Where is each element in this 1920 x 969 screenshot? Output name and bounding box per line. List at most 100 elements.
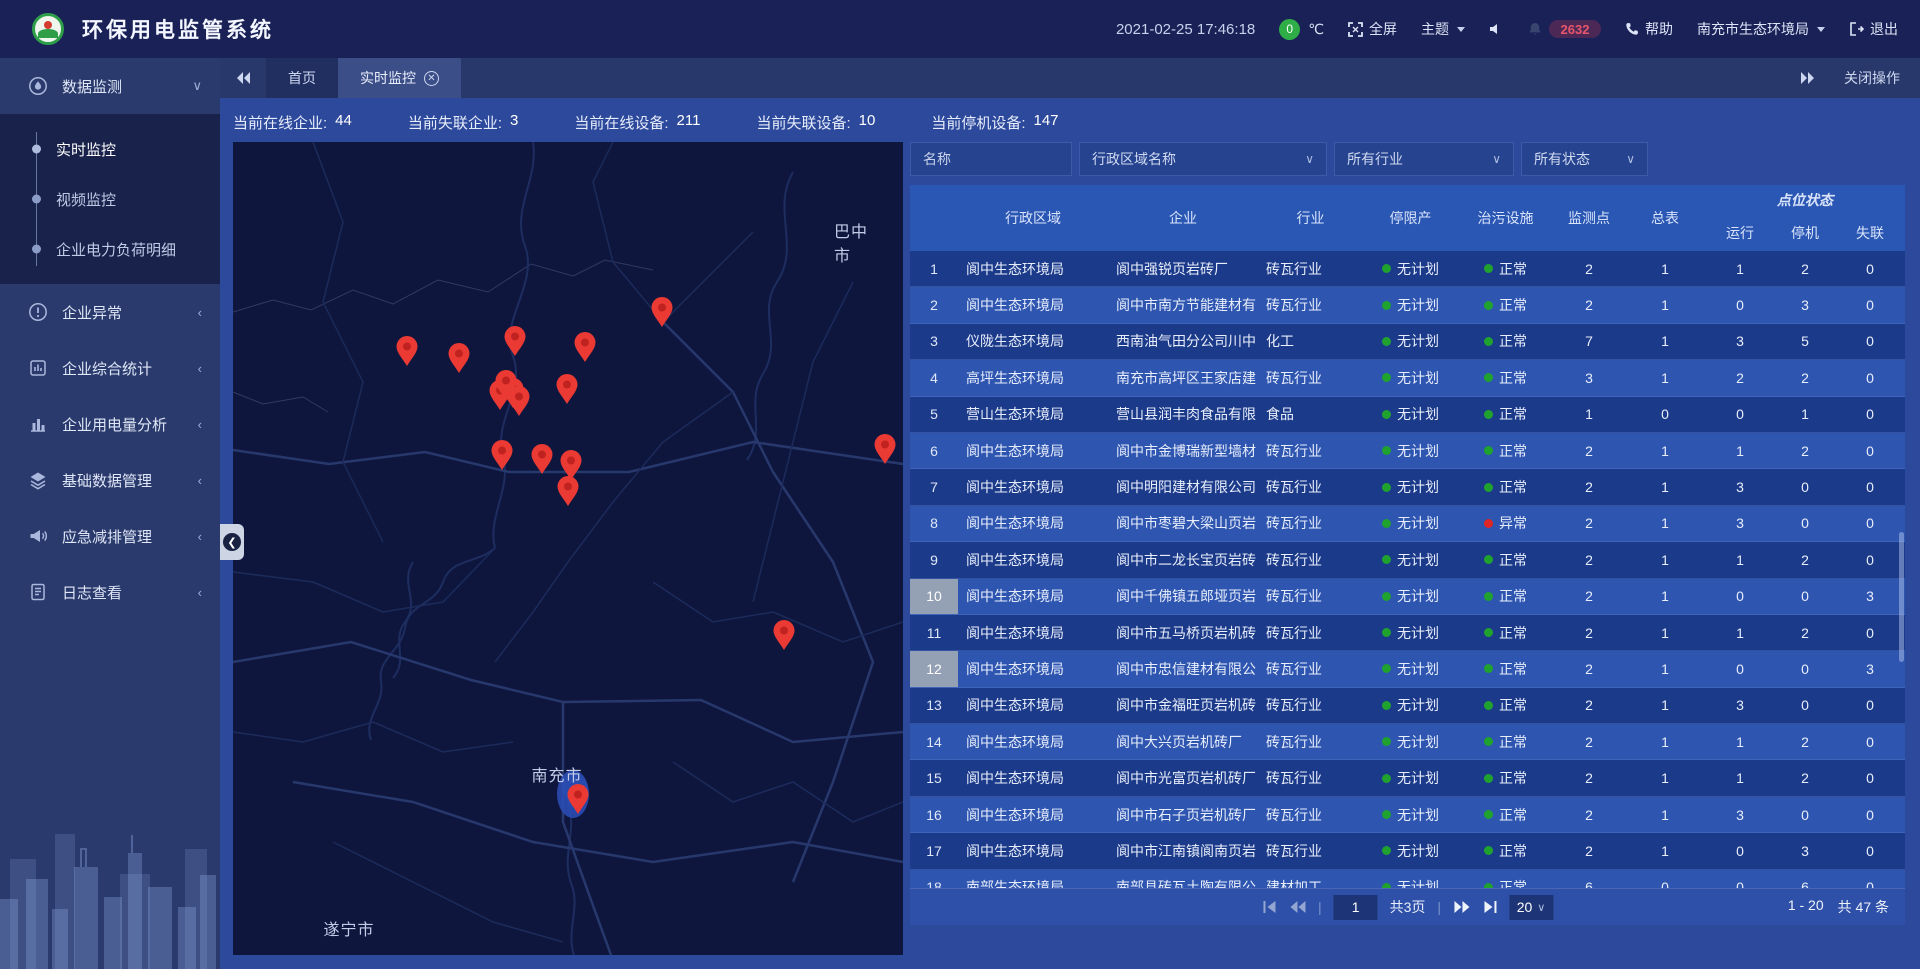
row-region: 营山生态环境局	[958, 397, 1108, 432]
sidebar-item-company-statistics[interactable]: 企业综合统计 ‹	[0, 340, 220, 396]
status-dot	[1484, 555, 1493, 564]
table-row[interactable]: 12 阆中生态环境局 阆中市忠信建材有限公 砖瓦行业 无计划 正常 2 1 0 …	[910, 651, 1905, 687]
map-marker[interactable]	[447, 342, 471, 374]
next-page-button[interactable]	[1453, 900, 1470, 914]
sidebar-item-power-load-detail[interactable]: 企业电力负荷明细	[0, 224, 220, 274]
table-row[interactable]: 17 阆中生态环境局 阆中市江南镇阆南页岩 砖瓦行业 无计划 正常 2 1 0 …	[910, 833, 1905, 869]
table-row[interactable]: 9 阆中生态环境局 阆中市二龙长宝页岩砖 砖瓦行业 无计划 正常 2 1 1 2…	[910, 542, 1905, 578]
org-dropdown[interactable]: 南充市生态环境局	[1697, 19, 1825, 39]
status-filter-select[interactable]: 所有状态∨	[1521, 142, 1648, 176]
name-filter-field[interactable]	[910, 142, 1072, 176]
map-marker[interactable]	[772, 619, 796, 651]
row-lost-count: 0	[1835, 251, 1905, 286]
industry-filter-select[interactable]: 所有行业∨	[1334, 142, 1514, 176]
sidebar-item-data-monitor[interactable]: 数据监测 ∨	[0, 58, 220, 114]
map-marker[interactable]	[556, 475, 580, 507]
row-total-meters: 1	[1625, 287, 1705, 322]
status-dot	[1382, 846, 1391, 855]
sidebar-item-video-monitor[interactable]: 视频监控	[0, 174, 220, 224]
table-row[interactable]: 10 阆中生态环境局 阆中千佛镇五郎垭页岩 砖瓦行业 无计划 正常 2 1 0 …	[910, 579, 1905, 615]
row-index: 7	[910, 469, 958, 504]
sidebar-item-emergency-reduction[interactable]: 应急减排管理 ‹	[0, 508, 220, 564]
map-collapse-button[interactable]: ❮	[220, 524, 244, 560]
row-monitor-points: 2	[1553, 833, 1625, 868]
table-scrollbar[interactable]	[1899, 532, 1904, 662]
map-marker[interactable]	[566, 783, 590, 815]
tab-strip: 首页 实时监控 ✕ 关闭操作	[220, 58, 1920, 98]
chevron-down-icon: ∨	[1626, 152, 1635, 166]
map-marker[interactable]	[530, 443, 554, 475]
page-size-select[interactable]: 20∨	[1509, 895, 1553, 920]
row-total-meters: 1	[1625, 324, 1705, 359]
column-limit-production: 停限产	[1363, 185, 1458, 251]
status-dot	[1382, 701, 1391, 710]
row-running-count: 0	[1705, 651, 1775, 686]
table-row[interactable]: 1 阆中生态环境局 阆中强锐页岩砖厂 砖瓦行业 无计划 正常 2 1 1 2 0	[910, 251, 1905, 287]
name-filter-input[interactable]	[923, 151, 1059, 167]
table-row[interactable]: 5 营山生态环境局 营山县润丰肉食品有限 食品 无计划 正常 1 0 0 1 0	[910, 397, 1905, 433]
row-limit-status: 无计划	[1363, 433, 1458, 468]
row-industry: 砖瓦行业	[1258, 579, 1363, 614]
map-marker[interactable]	[650, 296, 674, 328]
table-row[interactable]: 16 阆中生态环境局 阆中市石子页岩机砖厂 砖瓦行业 无计划 正常 2 1 3 …	[910, 797, 1905, 833]
chevron-left-icon: ‹	[198, 361, 202, 376]
column-total-meters: 总表	[1625, 185, 1705, 251]
table-header: 行政区域 企业 行业 停限产 治污设施 监测点 总表 点位状态 运行 停机 失联	[910, 185, 1905, 251]
sidebar-item-log-view[interactable]: 日志查看 ‹	[0, 564, 220, 620]
table-row[interactable]: 13 阆中生态环境局 阆中市金福旺页岩机砖 砖瓦行业 无计划 正常 2 1 3 …	[910, 688, 1905, 724]
row-limit-status: 无计划	[1363, 833, 1458, 868]
sidebar-item-company-abnormal[interactable]: 企业异常 ‹	[0, 284, 220, 340]
row-lost-count: 0	[1835, 870, 1905, 888]
table-row[interactable]: 4 高坪生态环境局 南充市高坪区王家店建 砖瓦行业 无计划 正常 3 1 2 2…	[910, 360, 1905, 396]
table-row[interactable]: 6 阆中生态环境局 阆中市金博瑞新型墙材 砖瓦行业 无计划 正常 2 1 1 2…	[910, 433, 1905, 469]
mute-button[interactable]	[1489, 22, 1503, 36]
table-row[interactable]: 11 阆中生态环境局 阆中市五马桥页岩机砖 砖瓦行业 无计划 正常 2 1 1 …	[910, 615, 1905, 651]
close-operations-button[interactable]: 关闭操作	[1844, 68, 1900, 88]
table-row[interactable]: 3 仪陇生态环境局 西南油气田分公司川中 化工 无计划 正常 7 1 3 5 0	[910, 324, 1905, 360]
row-stopped-count: 2	[1775, 433, 1835, 468]
map-marker[interactable]	[573, 331, 597, 363]
row-region: 仪陇生态环境局	[958, 324, 1108, 359]
tab-home[interactable]: 首页	[266, 58, 338, 98]
map-marker[interactable]	[873, 433, 897, 465]
last-page-button[interactable]	[1482, 900, 1497, 914]
table-row[interactable]: 18 南部生态环境局 南部县砖瓦土陶有限公 建材加工 无计划 正常 6 0 0 …	[910, 870, 1905, 888]
theme-dropdown[interactable]: 主题	[1421, 19, 1465, 39]
tabs-scroll-left-button[interactable]	[220, 58, 266, 98]
column-stopped: 停机	[1775, 215, 1835, 251]
row-limit-status: 无计划	[1363, 397, 1458, 432]
map-panel[interactable]: 巴中市南充市遂宁市	[233, 142, 903, 955]
row-company: 阆中大兴页岩机砖厂	[1108, 724, 1258, 759]
table-row[interactable]: 8 阆中生态环境局 阆中市枣碧大梁山页岩 砖瓦行业 无计划 异常 2 1 3 0…	[910, 506, 1905, 542]
map-marker[interactable]	[490, 439, 514, 471]
region-filter-select[interactable]: 行政区域名称∨	[1079, 142, 1327, 176]
prev-page-button[interactable]	[1289, 900, 1306, 914]
table-row[interactable]: 14 阆中生态环境局 阆中大兴页岩机砖厂 砖瓦行业 无计划 正常 2 1 1 2…	[910, 724, 1905, 760]
double-chevron-right-icon[interactable]	[1800, 71, 1816, 85]
statistics-icon	[28, 358, 48, 378]
close-tab-icon[interactable]: ✕	[424, 71, 439, 86]
row-industry: 砖瓦行业	[1258, 760, 1363, 795]
map-marker[interactable]	[507, 385, 531, 417]
notifications[interactable]: 2632	[1527, 20, 1601, 38]
row-running-count: 3	[1705, 797, 1775, 832]
sidebar-item-realtime-monitor[interactable]: 实时监控	[0, 124, 220, 174]
help-button[interactable]: 帮助	[1625, 19, 1673, 39]
map-marker[interactable]	[395, 335, 419, 367]
first-page-button[interactable]	[1262, 900, 1277, 914]
row-industry: 砖瓦行业	[1258, 651, 1363, 686]
fullscreen-button[interactable]: 全屏	[1348, 19, 1397, 39]
table-row[interactable]: 2 阆中生态环境局 阆中市南方节能建材有 砖瓦行业 无计划 正常 2 1 0 3…	[910, 287, 1905, 323]
row-region: 阆中生态环境局	[958, 469, 1108, 504]
table-row[interactable]: 7 阆中生态环境局 阆中明阳建材有限公司 砖瓦行业 无计划 正常 2 1 3 0…	[910, 469, 1905, 505]
logout-button[interactable]: 退出	[1849, 19, 1898, 39]
sidebar-item-power-analysis[interactable]: 企业用电量分析 ‹	[0, 396, 220, 452]
sidebar-item-base-data[interactable]: 基础数据管理 ‹	[0, 452, 220, 508]
row-total-meters: 0	[1625, 397, 1705, 432]
tab-realtime-monitor[interactable]: 实时监控 ✕	[338, 58, 461, 98]
page-number-input[interactable]: 1	[1334, 895, 1378, 920]
map-marker[interactable]	[503, 325, 527, 357]
table-row[interactable]: 15 阆中生态环境局 阆中市光富页岩机砖厂 砖瓦行业 无计划 正常 2 1 1 …	[910, 760, 1905, 796]
row-region: 阆中生态环境局	[958, 542, 1108, 577]
map-marker[interactable]	[555, 373, 579, 405]
